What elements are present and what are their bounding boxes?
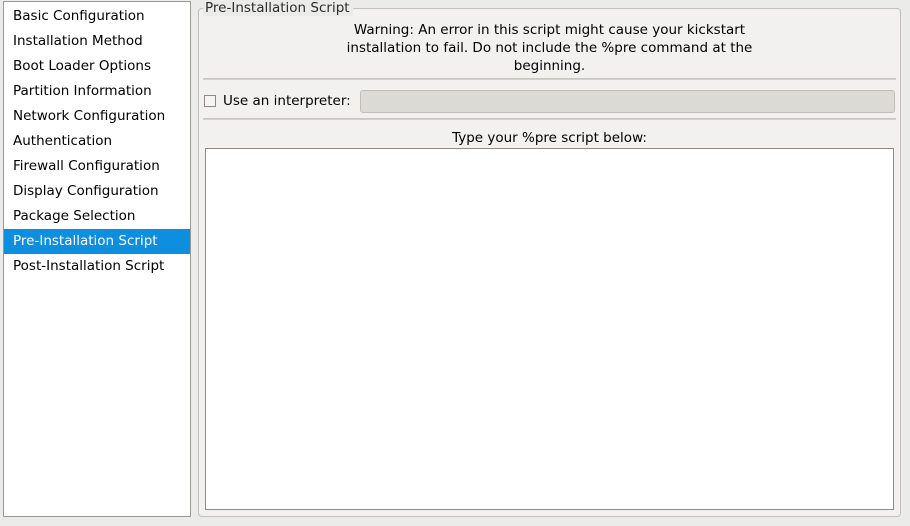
- sidebar-item-network-configuration[interactable]: Network Configuration: [4, 104, 190, 129]
- separator-below-interpreter: [203, 118, 896, 120]
- kickstart-configurator-window: Basic Configuration Installation Method …: [0, 0, 910, 526]
- pre-installation-script-content: Warning: An error in this script might c…: [199, 9, 900, 516]
- warning-line-2: installation to fail. Do not include the…: [346, 40, 753, 56]
- sidebar-item-firewall-configuration[interactable]: Firewall Configuration: [4, 154, 190, 179]
- script-area-label: Type your %pre script below:: [452, 130, 647, 146]
- pre-script-textarea[interactable]: [205, 148, 894, 510]
- sidebar-item-pre-installation-script[interactable]: Pre-Installation Script: [4, 229, 190, 254]
- configuration-section-list[interactable]: Basic Configuration Installation Method …: [3, 1, 191, 517]
- warning-line-1: Warning: An error in this script might c…: [353, 22, 746, 38]
- sidebar-item-package-selection[interactable]: Package Selection: [4, 204, 190, 229]
- sidebar-item-basic-configuration[interactable]: Basic Configuration: [4, 4, 190, 29]
- sidebar-item-installation-method[interactable]: Installation Method: [4, 29, 190, 54]
- sidebar-item-post-installation-script[interactable]: Post-Installation Script: [4, 254, 190, 279]
- separator-above-interpreter: [203, 78, 896, 80]
- use-interpreter-label: Use an interpreter:: [223, 93, 351, 109]
- sidebar-item-partition-information[interactable]: Partition Information: [4, 79, 190, 104]
- section-list-items: Basic Configuration Installation Method …: [4, 2, 190, 279]
- interpreter-input[interactable]: [359, 89, 895, 113]
- interpreter-row: Use an interpreter:: [204, 89, 895, 113]
- sidebar-item-authentication[interactable]: Authentication: [4, 129, 190, 154]
- use-interpreter-checkbox[interactable]: [204, 95, 216, 107]
- warning-message: Warning: An error in this script might c…: [199, 21, 900, 75]
- warning-line-3: beginning.: [513, 58, 586, 74]
- sidebar-item-display-configuration[interactable]: Display Configuration: [4, 179, 190, 204]
- sidebar-item-boot-loader-options[interactable]: Boot Loader Options: [4, 54, 190, 79]
